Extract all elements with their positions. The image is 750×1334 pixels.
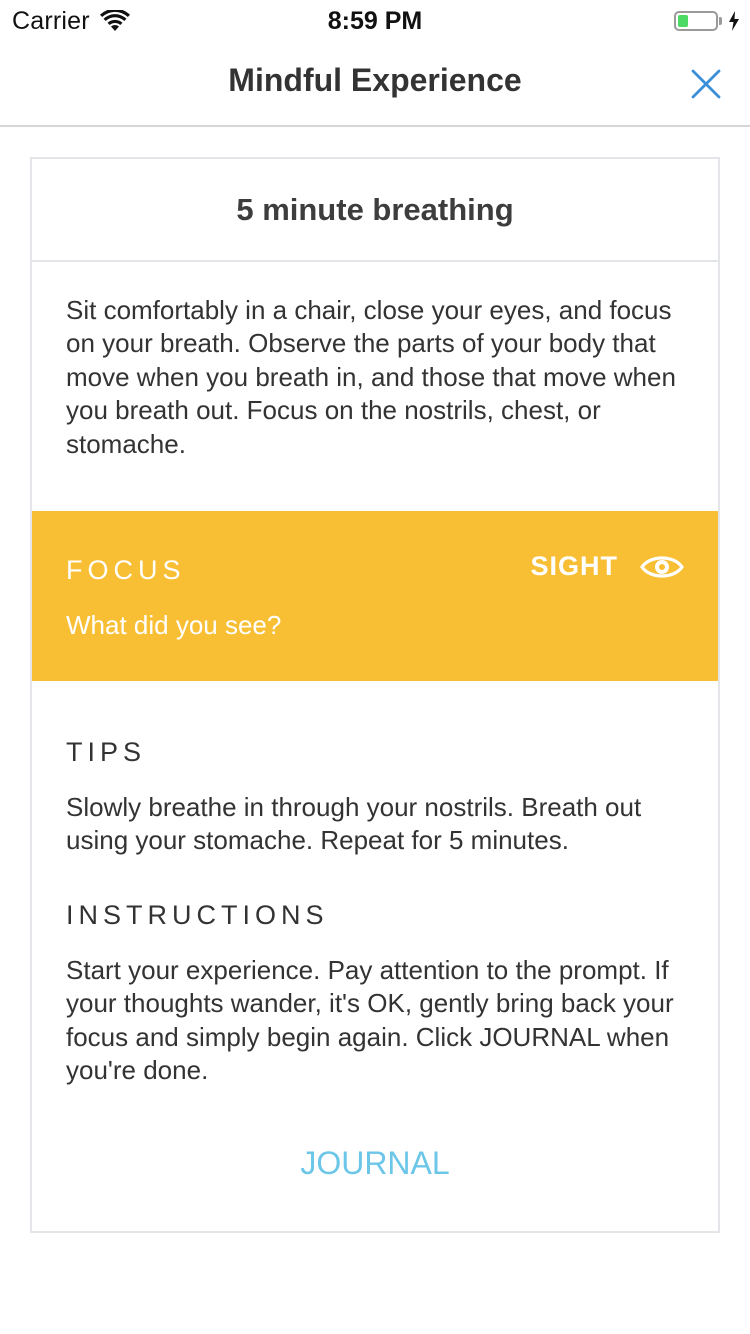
experience-description: Sit comfortably in a chair, close your e… [66,295,676,459]
battery-nub [719,17,722,25]
close-icon[interactable] [688,66,724,102]
status-time: 8:59 PM [327,7,423,35]
instructions-body: Start your experience. Pay attention to … [66,955,674,1086]
navigation-bar: Mindful Experience [0,40,750,127]
tips-heading: TIPS [66,737,147,767]
eye-icon [640,555,684,578]
status-bar: Carrier 8:59 PM [0,0,750,40]
sense-selector[interactable]: SIGHT [530,551,684,582]
battery-level-fill [678,15,688,27]
card-title: 5 minute breathing [236,191,514,227]
focus-panel: FOCUS What did you see? SIGHT [32,511,718,681]
instructions-heading: INSTRUCTIONS [66,900,329,930]
sense-label: SIGHT [530,551,618,581]
charging-bolt-icon [729,11,739,31]
tips-body: Slowly breathe in through your nostrils.… [66,792,642,856]
battery-icon [674,11,718,31]
experience-card: 5 minute breathing Sit comfortably in a … [30,157,720,1233]
battery-group [674,8,740,34]
focus-label: FOCUS [66,555,186,585]
focus-question: What did you see? [66,610,282,640]
card-header: 5 minute breathing [32,159,718,262]
journal-button[interactable]: JOURNAL [32,1145,718,1182]
page-title: Mindful Experience [228,62,522,98]
